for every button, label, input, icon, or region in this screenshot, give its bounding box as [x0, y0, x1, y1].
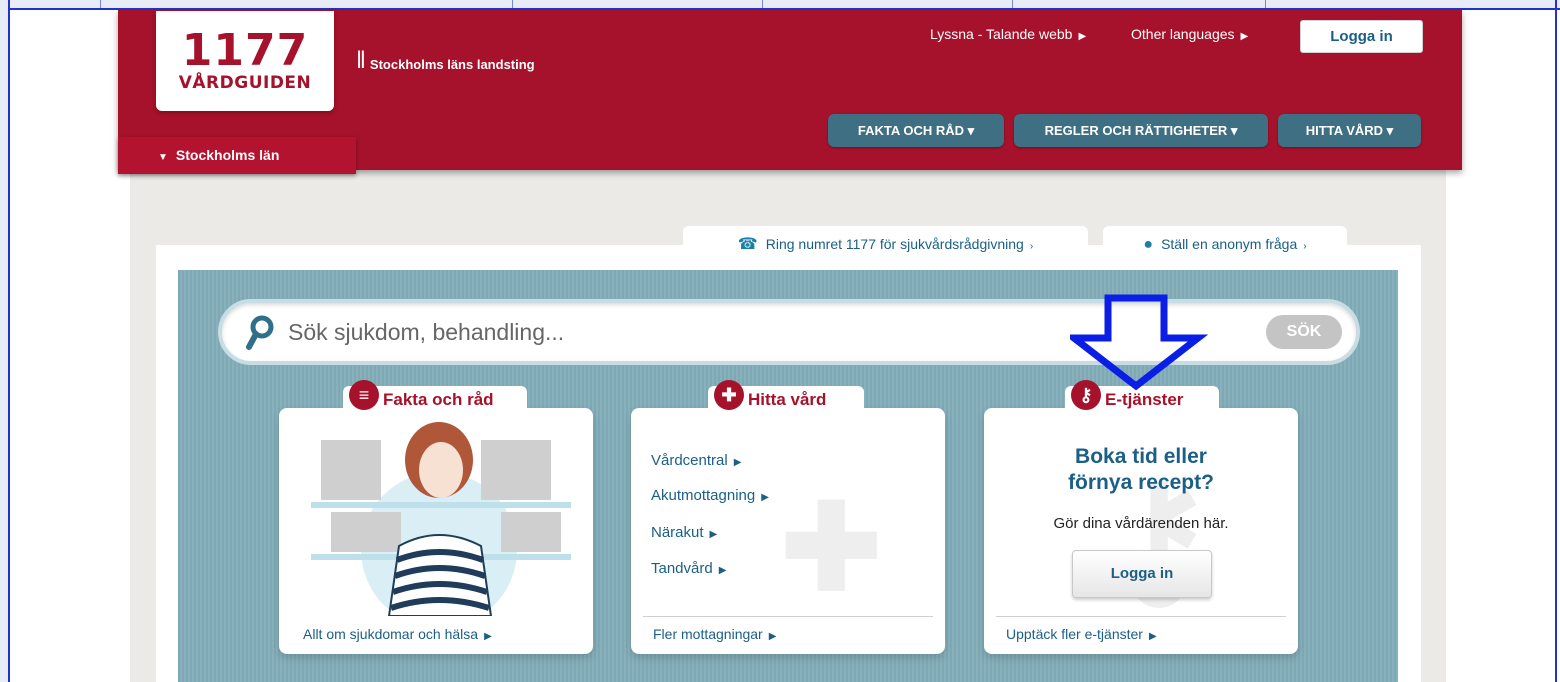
chevron-right-icon: ▶ [709, 529, 718, 540]
chevron-right-icon: ▶ [768, 631, 777, 642]
e-tjanster-more-link[interactable]: Upptäck fler e-tjänster ▶ [1006, 626, 1157, 642]
e-tjanster-heading: Boka tid eller förnya recept? [984, 444, 1298, 496]
fakta-title: Fakta och råd [383, 390, 494, 409]
divider [996, 616, 1286, 617]
heading-line-2: förnya recept? [1068, 471, 1214, 494]
tab-divider [1012, 0, 1013, 8]
listen-link[interactable]: Lyssna - Talande webb ▶ [930, 26, 1086, 42]
nav-hitta-vard[interactable]: HITTA VÅRD ▾ [1278, 114, 1421, 147]
cross-watermark-icon: ✚ [781, 481, 882, 615]
chevron-down-icon: ▼ [158, 152, 168, 163]
cross-icon: ✚ [714, 380, 744, 410]
search-button[interactable]: SÖK [1266, 315, 1342, 349]
chevron-right-icon: ▶ [1078, 31, 1087, 42]
fakta-more-label: Allt om sjukdomar och hälsa [303, 626, 479, 642]
hitta-header[interactable]: ✚ Hitta vård [708, 380, 864, 414]
listen-link-label: Lyssna - Talande webb [930, 26, 1073, 42]
e-tjanster-login-button[interactable]: Logga in [1072, 550, 1212, 598]
chevron-right-icon: › [1029, 241, 1034, 252]
fakta-header[interactable]: ≡ Fakta och råd [343, 380, 527, 414]
heading-line-1: Boka tid eller [1075, 445, 1207, 468]
site-logo[interactable]: 1177 VÅRDGUIDEN [156, 11, 334, 111]
hitta-item-tandvard[interactable]: Tandvård ▶ [651, 560, 726, 577]
tab-anonymous-question[interactable]: ● Ställ en anonym fråga › [1103, 226, 1347, 262]
landsting-mark-icon: ǁ [356, 47, 366, 74]
hitta-title: Hitta vård [748, 390, 827, 409]
region-label: Stockholms län [175, 147, 280, 163]
hitta-more-label: Fler mottagningar [653, 626, 763, 642]
fakta-more-link[interactable]: Allt om sjukdomar och hälsa ▶ [303, 626, 492, 642]
tab-divider [1265, 0, 1266, 8]
hitta-item-narakut[interactable]: Närakut ▶ [651, 524, 717, 541]
tab-ask-label: Ställ en anonym fråga [1161, 236, 1298, 252]
search-input[interactable]: Sök sjukdom, behandling... [288, 319, 564, 346]
card-e-tjanster: ⚷ Boka tid eller förnya recept? Gör dina… [984, 408, 1298, 654]
browser-tab-strip [0, 0, 1560, 10]
tab-divider [762, 0, 763, 8]
chevron-right-icon: ▶ [733, 457, 742, 468]
book-icon: ≡ [349, 380, 379, 410]
logo-word: VÅRDGUIDEN [178, 73, 312, 93]
login-button[interactable]: Logga in [1300, 20, 1423, 53]
hitta-item-label: Vårdcentral [651, 452, 728, 469]
hitta-item-akutmottagning[interactable]: Akutmottagning ▶ [651, 487, 769, 504]
tab-divider [512, 0, 513, 8]
chevron-right-icon: ▶ [1148, 631, 1157, 642]
hitta-item-vardcentral[interactable]: Vårdcentral ▶ [651, 452, 741, 469]
landsting-logo[interactable]: ǁ Stockholms läns landsting [356, 47, 535, 74]
languages-link[interactable]: Other languages ▶ [1131, 26, 1248, 42]
chat-bubble-icon: ● [1143, 236, 1154, 253]
logo-number: 1177 [181, 25, 309, 76]
divider [643, 616, 933, 617]
window-frame-right [1555, 0, 1557, 682]
hitta-item-label: Akutmottagning [651, 487, 756, 504]
hitta-more-link[interactable]: Fler mottagningar ▶ [653, 626, 776, 642]
search-icon [246, 315, 276, 359]
chevron-right-icon: ▶ [484, 631, 492, 642]
languages-link-label: Other languages [1131, 26, 1235, 42]
landsting-name: Stockholms läns landsting [369, 57, 535, 72]
e-tjanster-more-label: Upptäck fler e-tjänster [1006, 626, 1143, 642]
nav-regler-och-rattigheter[interactable]: REGLER OCH RÄTTIGHETER ▾ [1014, 114, 1268, 147]
card-hitta-vard: ✚ Vårdcentral ▶ Akutmottagning ▶ Närakut ▶ … [631, 408, 945, 654]
e-tjanster-subtitle: Gör dina vårdärenden här. [1053, 515, 1229, 532]
chevron-right-icon: › [1303, 241, 1307, 252]
region-selector[interactable]: ▼ Stockholms län [118, 137, 356, 174]
chevron-right-icon: ▶ [718, 565, 727, 576]
e-tjanster-title: E-tjänster [1105, 390, 1184, 409]
woman-bookshelf-illustration [291, 420, 581, 628]
hitta-item-label: Tandvård [651, 560, 713, 577]
phone-icon: ☎ [737, 236, 758, 253]
chevron-right-icon: ▶ [761, 492, 769, 503]
card-fakta-och-rad: Allt om sjukdomar och hälsa ▶ [279, 408, 593, 654]
tab-call-1177[interactable]: ☎ Ring numret 1177 för sjukvårdsrådgivnin… [683, 226, 1088, 262]
nav-fakta-och-rad[interactable]: FAKTA OCH RÅD ▾ [828, 114, 1004, 147]
tab-call-label: Ring numret 1177 för sjukvårdsrådgivning [765, 236, 1024, 252]
hitta-item-label: Närakut [651, 524, 704, 541]
tab-divider [100, 0, 101, 8]
chevron-right-icon: ▶ [1240, 31, 1249, 42]
down-arrow-annotation-icon [1070, 294, 1209, 391]
window-frame-left [0, 0, 10, 682]
